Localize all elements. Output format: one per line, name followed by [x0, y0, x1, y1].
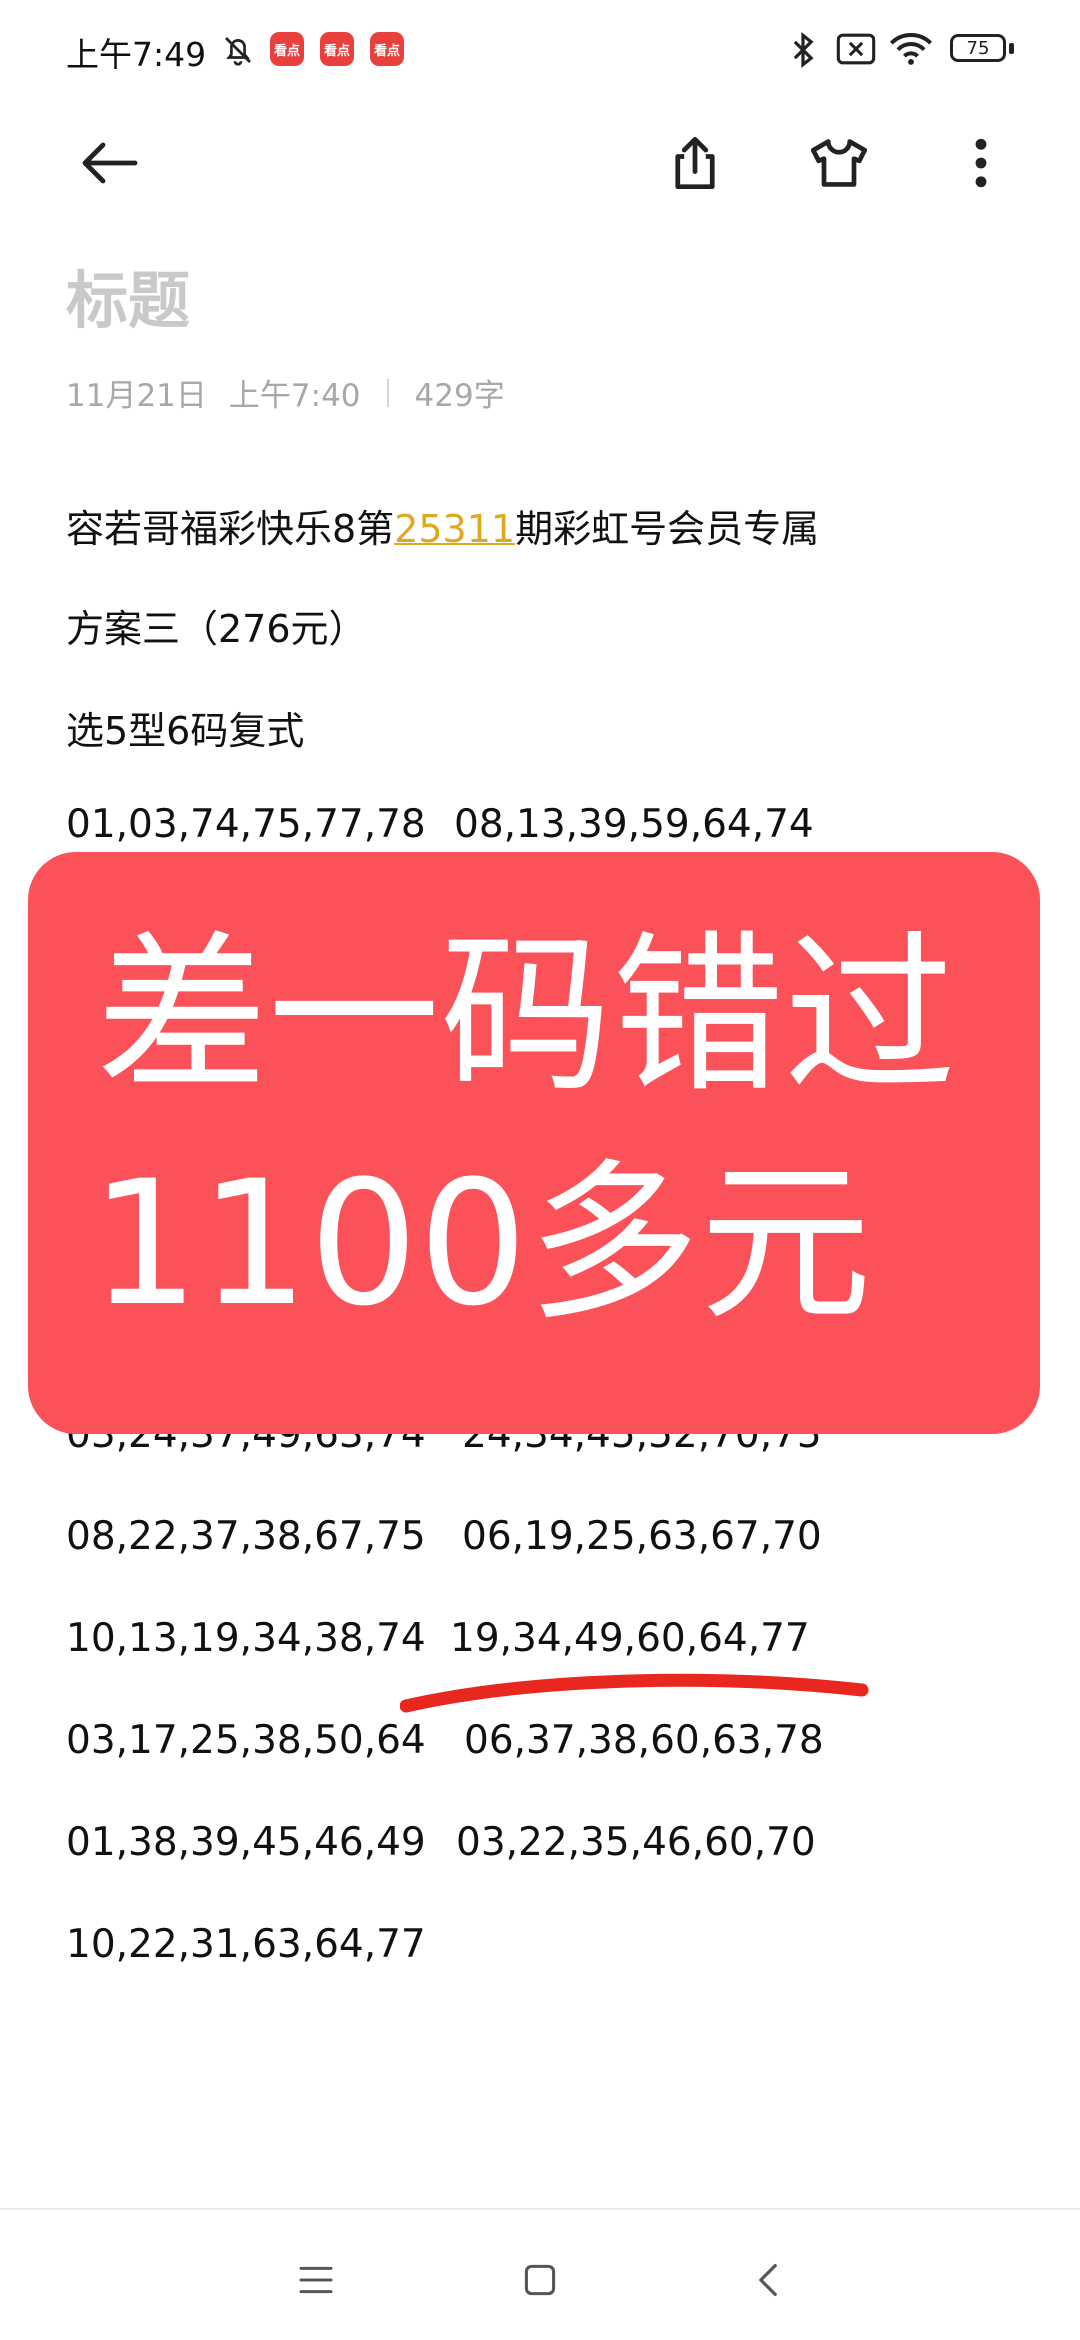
- bluetooth-icon: [793, 31, 814, 69]
- theme-button[interactable]: [804, 128, 874, 198]
- note-word-count: 429字: [414, 378, 505, 414]
- heading-suffix: 期彩虹号会员专属: [515, 507, 820, 551]
- promo-banner: 差一码错过 1100多元: [28, 852, 1040, 1434]
- note-date: 11月21日: [66, 378, 207, 414]
- issue-number: 25311: [394, 507, 516, 551]
- more-button[interactable]: [946, 128, 1016, 198]
- bottom-divider: [0, 2208, 1080, 2210]
- note-line-plan[interactable]: 方案三（276元）: [66, 598, 367, 653]
- number-group: 08,22,37,38,67,75: [66, 1514, 426, 1559]
- number-group: 06,37,38,60,63,78: [464, 1718, 824, 1763]
- back-button[interactable]: [74, 128, 144, 198]
- heading-prefix: 容若哥福彩快乐8第: [66, 507, 395, 551]
- number-group: 03,17,25,38,50,64: [66, 1718, 426, 1763]
- more-vertical-icon: [975, 138, 987, 188]
- arrow-left-icon: [82, 142, 138, 184]
- note-meta: 11月21日 上午7:40 429字: [66, 370, 505, 415]
- share-icon: [675, 136, 715, 190]
- meta-divider: [386, 378, 389, 407]
- banner-line-1: 差一码错过: [96, 915, 956, 1116]
- square-home-icon: [524, 2264, 556, 2296]
- number-group: 08,13,39,59,64,74: [454, 802, 814, 847]
- status-time: 上午7:49: [66, 35, 207, 74]
- app-badge-3: 看点: [370, 32, 404, 66]
- note-time: 上午7:40: [228, 378, 361, 414]
- number-group: 06,19,25,63,67,70: [462, 1514, 822, 1559]
- app-badge-2: 看点: [320, 32, 354, 66]
- menu-nav-button[interactable]: [276, 2240, 356, 2320]
- tshirt-icon: [810, 139, 868, 187]
- banner-line-2: 1100多元: [90, 1143, 872, 1344]
- battery-icon: 75: [950, 34, 1006, 62]
- note-line-type[interactable]: 选5型6码复式: [66, 700, 304, 755]
- red-underline-mark: [400, 1673, 869, 1713]
- note-line-heading[interactable]: 容若哥福彩快乐8第25311期彩虹号会员专属: [66, 498, 819, 553]
- wifi-icon: [889, 33, 933, 65]
- menu-icon: [299, 2266, 333, 2294]
- number-group: 03,22,35,46,60,70: [456, 1820, 816, 1865]
- back-nav-button[interactable]: [728, 2240, 808, 2320]
- bell-off-icon: [225, 37, 251, 66]
- number-group: 10,13,19,34,38,74: [66, 1616, 426, 1661]
- status-bar: 上午7:49 看点 看点 看点 75: [0, 0, 1080, 100]
- share-button[interactable]: [660, 128, 730, 198]
- home-nav-button[interactable]: [500, 2240, 580, 2320]
- sim-off-icon: [836, 33, 876, 65]
- battery-tip: [1009, 43, 1014, 54]
- note-toolbar: [0, 100, 1080, 220]
- note-title[interactable]: 标题: [66, 250, 190, 340]
- chevron-left-icon: [759, 2263, 777, 2297]
- number-group: 10,22,31,63,64,77: [66, 1922, 426, 1967]
- number-group: 01,38,39,45,46,49: [66, 1820, 426, 1865]
- number-group: 01,03,74,75,77,78: [66, 802, 426, 847]
- app-badge-1: 看点: [270, 32, 304, 66]
- number-group: 19,34,49,60,64,77: [450, 1616, 810, 1661]
